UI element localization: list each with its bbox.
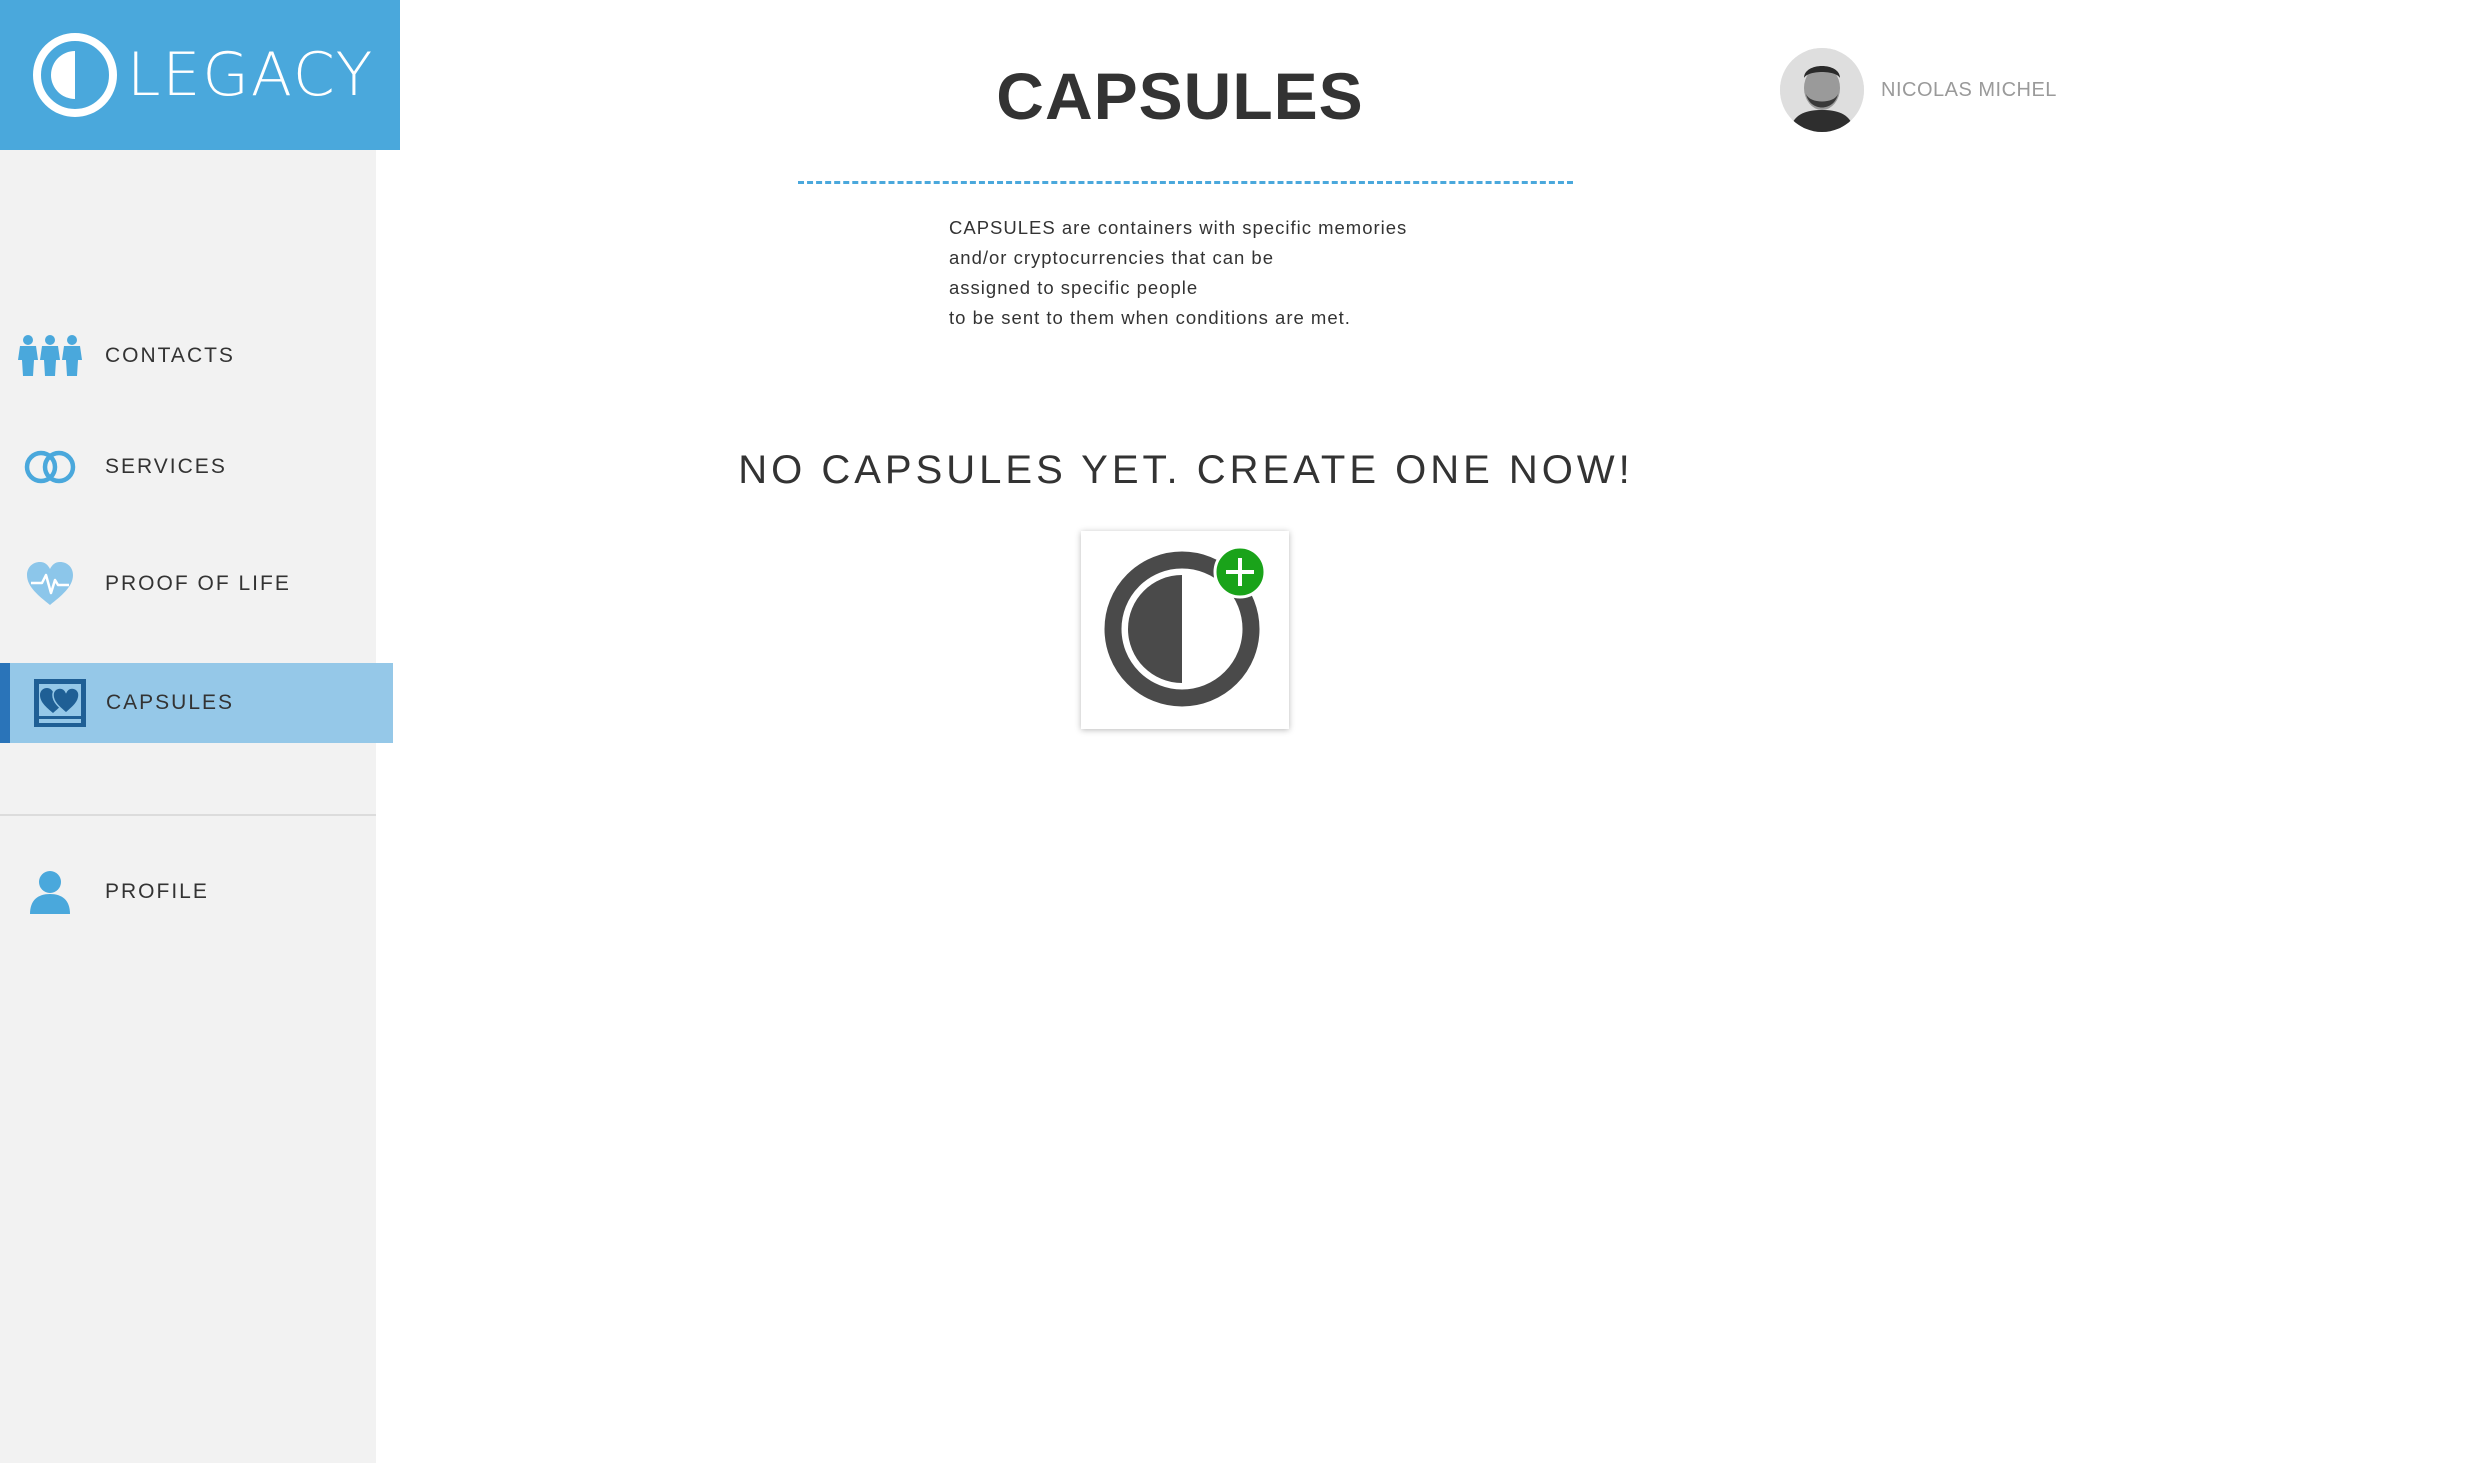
user-icon — [16, 864, 84, 920]
sidebar-item-label: PROOF OF LIFE — [105, 572, 291, 595]
sidebar-item-profile[interactable]: PROFILE — [0, 852, 393, 932]
sidebar-item-label: CAPSULES — [106, 691, 235, 714]
create-capsule-button[interactable] — [1081, 531, 1289, 729]
user-name: NICOLAS MICHEL — [1881, 78, 2057, 101]
sidebar-item-label: PROFILE — [105, 880, 209, 903]
capsule-heart-icon — [26, 675, 94, 731]
sidebar: LEGACY CONTACTS SERVICES PROOF OF LIFE C… — [0, 0, 400, 1463]
description-line: and/or cryptocurrencies that can be — [949, 247, 1274, 268]
description-line: CAPSULES are containers with specific me… — [949, 217, 1408, 238]
app-root: LEGACY CONTACTS SERVICES PROOF OF LIFE C… — [0, 0, 2475, 1463]
sidebar-divider — [0, 814, 376, 816]
sidebar-item-capsules[interactable]: CAPSULES — [0, 663, 393, 743]
user-avatar-icon — [1780, 48, 1864, 132]
title-divider — [798, 181, 1573, 184]
empty-state-message: NO CAPSULES YET. CREATE ONE NOW! — [738, 448, 1634, 492]
heartbeat-icon — [16, 556, 84, 612]
page-description: CAPSULES are containers with specific me… — [949, 213, 1509, 333]
contacts-icon — [16, 328, 84, 384]
sidebar-item-label: CONTACTS — [105, 344, 235, 367]
description-line: assigned to specific people — [949, 277, 1199, 298]
sidebar-item-proof-of-life[interactable]: PROOF OF LIFE — [0, 544, 393, 624]
add-capsule-icon — [1104, 545, 1267, 707]
avatar — [1780, 48, 1864, 132]
sidebar-item-contacts[interactable]: CONTACTS — [0, 316, 393, 396]
user-menu[interactable]: NICOLAS MICHEL — [1780, 48, 2057, 132]
description-line: to be sent to them when conditions are m… — [949, 307, 1351, 328]
